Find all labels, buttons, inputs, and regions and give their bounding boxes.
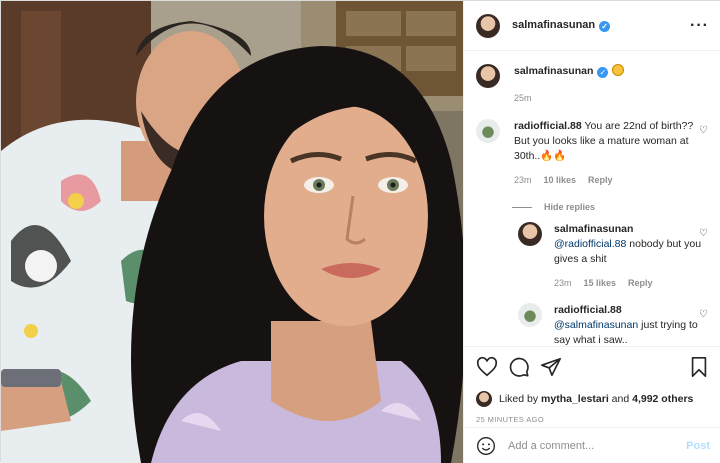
more-icon[interactable]: ···: [690, 17, 709, 35]
liker-avatar[interactable]: [476, 391, 492, 407]
post-header: salmafinasunan ✓ ···: [464, 1, 720, 51]
comment-input[interactable]: [508, 439, 687, 452]
post-button[interactable]: Post: [686, 440, 710, 452]
reply-avatar[interactable]: [518, 303, 542, 327]
heart-icon[interactable]: [476, 356, 498, 378]
post-timestamp[interactable]: 25 MINUTES AGO: [476, 415, 710, 424]
reply-likes[interactable]: 15 likes: [584, 276, 617, 291]
reply-mention[interactable]: @salmafinasunan: [554, 319, 638, 331]
reply-avatar[interactable]: [518, 222, 542, 246]
caption: salmafinasunan ✓ 25m: [476, 64, 710, 106]
comment-item: radiofficial.88 You are 22nd of birth?? …: [476, 119, 710, 188]
caption-time[interactable]: 25m: [514, 91, 532, 106]
reply-button[interactable]: Reply: [588, 173, 613, 188]
likes-others-count[interactable]: 4,992 others: [632, 393, 693, 405]
caption-avatar[interactable]: [476, 64, 500, 88]
reply-button[interactable]: Reply: [628, 276, 653, 291]
fire-emoji-icon: 🔥🔥: [540, 150, 567, 162]
commenter-avatar[interactable]: [476, 119, 500, 143]
post-photo[interactable]: [1, 1, 463, 463]
reply-username[interactable]: salmafinasunan: [554, 223, 633, 235]
smiley-icon[interactable]: [476, 436, 496, 456]
comment-like-heart-icon[interactable]: ♡: [699, 125, 708, 136]
reply-username[interactable]: radiofficial.88: [554, 304, 622, 316]
author-username[interactable]: salmafinasunan ✓: [512, 19, 611, 32]
verified-badge-icon: ✓: [597, 67, 609, 78]
comments-section: salmafinasunan ✓ 25m radiofficial.88 You …: [464, 52, 720, 346]
likes-prefix: Liked by: [499, 393, 539, 405]
hide-replies-label: Hide replies: [544, 202, 596, 212]
verified-badge-icon: ✓: [599, 21, 611, 32]
hide-replies-button[interactable]: Hide replies: [512, 202, 710, 212]
comment-time[interactable]: 23m: [514, 173, 532, 188]
comment-icon[interactable]: [508, 356, 530, 378]
likes-and: and: [611, 393, 630, 405]
action-bar: [476, 355, 710, 379]
instagram-post: salmafinasunan ✓ ··· salmafinasunan ✓ 25m …: [0, 0, 720, 463]
bookmark-icon[interactable]: [688, 356, 710, 378]
post-side-panel: salmafinasunan ✓ ··· salmafinasunan ✓ 25m …: [463, 1, 720, 463]
add-comment-bar: Post: [464, 427, 720, 463]
caption-username[interactable]: salmafinasunan: [514, 65, 593, 77]
likes-summary: Liked by mytha_lestari and 4,992 others: [476, 391, 710, 407]
reply-like-heart-icon[interactable]: ♡: [699, 228, 708, 239]
liker-username[interactable]: mytha_lestari: [541, 393, 609, 405]
post-actions-area: Liked by mytha_lestari and 4,992 others …: [464, 346, 720, 424]
comment-username[interactable]: radiofficial.88: [514, 120, 582, 132]
author-avatar[interactable]: [476, 13, 500, 38]
reply-time[interactable]: 23m: [554, 276, 572, 291]
share-icon[interactable]: [540, 356, 562, 378]
reply-like-heart-icon[interactable]: ♡: [699, 309, 708, 320]
reply-item: radiofficial.88 @salmafinasunan just try…: [518, 303, 710, 346]
comment-likes[interactable]: 10 likes: [544, 173, 577, 188]
divider-line: [512, 206, 532, 208]
grinning-emoji-icon: [612, 64, 625, 76]
reply-mention[interactable]: @radiofficial.88: [554, 238, 626, 250]
reply-item: salmafinasunan @radiofficial.88 nobody b…: [518, 222, 710, 291]
likes-text: Liked by mytha_lestari and 4,992 others: [499, 393, 693, 405]
